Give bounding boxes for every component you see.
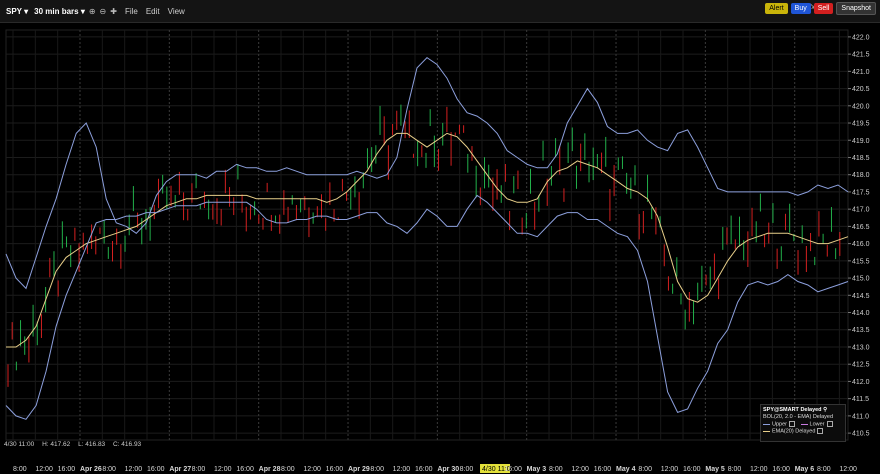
x-tick-label: 16:00 — [326, 466, 344, 473]
crosshair-icon[interactable]: ✚ — [110, 7, 117, 16]
x-tick-label: 12:00 — [303, 466, 321, 473]
y-tick-label: 415.5 — [852, 258, 870, 265]
x-tick-label: 12:00 — [214, 466, 232, 473]
x-tick-label: 8:00 — [460, 466, 474, 473]
x-tick-label: 12:00 — [571, 466, 589, 473]
x-tick-label: 12:00 — [125, 466, 143, 473]
x-tick-label: 8:00 — [13, 466, 27, 473]
y-tick-label: 418.5 — [852, 155, 870, 162]
y-tick-label: 418.0 — [852, 172, 870, 179]
x-tick-label: May 6 — [795, 466, 815, 473]
x-tick-label: 16:00 — [504, 466, 522, 473]
y-tick-label: 412.0 — [852, 379, 870, 386]
y-tick-label: 416.5 — [852, 224, 870, 231]
y-tick-label: 420.5 — [852, 86, 870, 93]
y-tick-label: 411.0 — [852, 413, 869, 420]
chart-legend: SPY@SMART Delayed ⚲ BOL(20, 2.0 - EMA) D… — [760, 404, 846, 442]
chart-toolbar: SPY ▾ 30 min bars ▾ ⊕ ⊖ ✚ File Edit View… — [0, 0, 880, 23]
x-tick-label: May 4 — [616, 466, 636, 473]
order-buttons: Alert Buy Sell Snapshot — [762, 2, 876, 15]
status-close: C: 416.93 — [112, 441, 142, 448]
y-tick-label: 410.5 — [852, 431, 870, 438]
y-tick-label: 416.0 — [852, 241, 870, 248]
x-tick-label: 16:00 — [415, 466, 433, 473]
legend-upper: Upper — [772, 421, 787, 428]
alert-button[interactable]: Alert — [765, 3, 788, 14]
y-tick-label: 420.0 — [852, 103, 870, 110]
x-tick-label: 8:00 — [192, 466, 206, 473]
x-tick-label: 8:00 — [728, 466, 742, 473]
legend-ema: EMA(20) Delayed — [772, 428, 816, 435]
y-tick-label: 421.5 — [852, 52, 870, 59]
x-tick-label: 16:00 — [236, 466, 254, 473]
ema-swatch — [763, 430, 770, 432]
price-chart[interactable]: 410.5 411.0 411.5 412.0 412.5 413.0 413.5 414.0… — [0, 22, 880, 474]
symbol-label: SPY — [6, 6, 22, 16]
x-tick-label: 16:00 — [58, 466, 76, 473]
menu-file[interactable]: File — [125, 7, 138, 16]
legend-lower: Lower — [809, 421, 825, 428]
x-tick-label: Apr 30 — [437, 466, 459, 473]
lower-swatch — [800, 423, 808, 425]
menu-edit[interactable]: Edit — [146, 7, 160, 16]
y-tick-label: 419.5 — [852, 121, 870, 128]
x-tick-label: 16:00 — [772, 466, 790, 473]
y-tick-label: 414.5 — [852, 293, 870, 300]
x-tick-label: 8:00 — [102, 466, 116, 473]
y-tick-label: 415.0 — [852, 276, 870, 283]
y-tick-label: 412.5 — [852, 362, 870, 369]
y-tick-label: 421.0 — [852, 69, 870, 76]
y-tick-label: 422.0 — [852, 34, 870, 41]
x-tick-label: 8:00 — [370, 466, 384, 473]
y-tick-label: 413.5 — [852, 327, 870, 334]
x-tick-label: 8:00 — [638, 466, 652, 473]
zoom-in-icon[interactable]: ⊕ — [89, 7, 96, 16]
y-tick-label: 417.0 — [852, 207, 870, 214]
status-readout: 4/30 11:00 H: 417.62 L: 416.83 C: 416.93 — [4, 441, 147, 448]
interval-selector[interactable]: 30 min bars ▾ — [34, 7, 85, 16]
x-tick-label: May 3 — [527, 466, 547, 473]
x-tick-label: 12:00 — [35, 466, 53, 473]
upper-swatch — [763, 423, 770, 425]
x-tick-label: 12:00 — [393, 466, 411, 473]
interval-label: 30 min bars — [34, 6, 79, 16]
sell-button[interactable]: Sell — [813, 3, 834, 14]
x-tick-label: 16:00 — [594, 466, 612, 473]
zoom-out-icon[interactable]: ⊖ — [100, 7, 107, 16]
x-tick-label: 8:00 — [817, 466, 831, 473]
upper-checkbox[interactable] — [788, 421, 795, 427]
y-tick-label: 414.0 — [852, 310, 870, 317]
status-high: H: 417.62 — [42, 441, 71, 448]
x-tick-label: 12:00 — [661, 466, 679, 473]
x-tick-label: 12:00 — [750, 466, 768, 473]
x-tick-label: Apr 29 — [348, 466, 370, 473]
snapshot-button[interactable]: Snapshot — [836, 2, 876, 15]
lower-checkbox[interactable] — [826, 421, 833, 427]
x-tick-label: 16:00 — [147, 466, 165, 473]
legend-study: BOL(20, 2.0 - EMA) Delayed — [763, 414, 834, 420]
y-tick-label: 417.5 — [852, 189, 870, 196]
x-tick-label: May 5 — [705, 466, 725, 473]
x-tick-label: Apr 27 — [169, 466, 191, 473]
x-tick-label: 16:00 — [683, 466, 701, 473]
x-tick-label: 12:00 — [839, 466, 857, 473]
x-tick-label: Apr 26 — [80, 466, 102, 473]
status-datetime: 4/30 11:00 — [4, 441, 35, 448]
y-tick-label: 411.5 — [852, 396, 869, 403]
status-low: L: 416.83 — [78, 441, 106, 448]
menu-view[interactable]: View — [168, 7, 185, 16]
ema-checkbox[interactable] — [817, 428, 824, 435]
symbol-selector[interactable]: SPY ▾ — [6, 7, 28, 16]
buy-button[interactable]: Buy — [790, 3, 811, 14]
x-tick-label: 8:00 — [549, 466, 563, 473]
x-tick-label: 8:00 — [281, 466, 295, 473]
y-tick-label: 413.0 — [852, 344, 870, 351]
x-tick-label: Apr 28 — [259, 466, 281, 473]
plot-area — [5, 29, 849, 441]
y-tick-label: 419.0 — [852, 138, 870, 145]
legend-title: SPY@SMART Delayed — [763, 407, 822, 413]
